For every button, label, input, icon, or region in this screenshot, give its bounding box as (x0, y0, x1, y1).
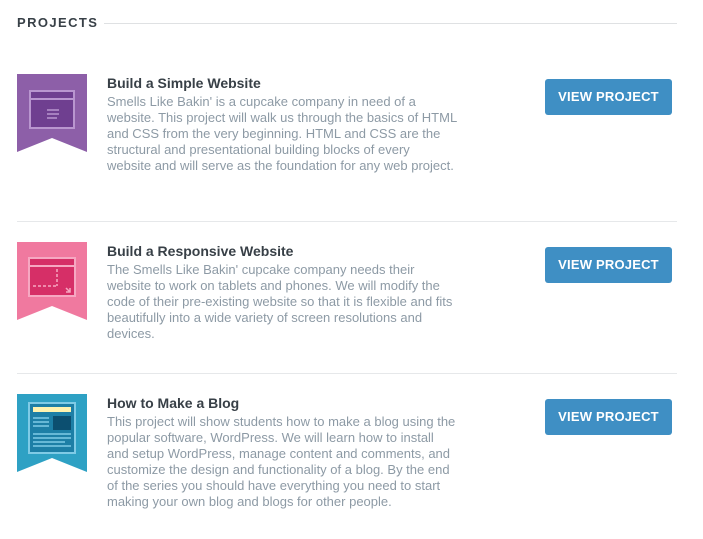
simple-website-badge-icon (17, 74, 87, 152)
project-title: Build a Simple Website (107, 75, 261, 91)
project-description: Smells Like Bakin' is a cupcake company … (107, 94, 457, 173)
project-title: Build a Responsive Website (107, 243, 294, 259)
view-project-button[interactable]: VIEW PROJECT (545, 79, 672, 115)
project-text: How to Make a Blog This project will sho… (107, 394, 457, 510)
project-divider (17, 221, 677, 222)
project-card-blog: How to Make a Blog This project will sho… (17, 394, 677, 534)
blog-badge-icon (17, 394, 87, 472)
project-text: Build a Simple Website Smells Like Bakin… (107, 74, 457, 174)
project-card-simple-website: Build a Simple Website Smells Like Bakin… (17, 74, 677, 204)
project-title: How to Make a Blog (107, 395, 240, 411)
section-header: PROJECTS (17, 12, 677, 32)
project-description: The Smells Like Bakin' cupcake company n… (107, 262, 453, 341)
responsive-website-badge-icon (17, 242, 87, 320)
view-project-button[interactable]: VIEW PROJECT (545, 247, 672, 283)
section-title: PROJECTS (17, 14, 99, 30)
project-card-responsive-website: Build a Responsive Website The Smells Li… (17, 242, 677, 362)
project-description: This project will show students how to m… (107, 414, 456, 509)
project-text: Build a Responsive Website The Smells Li… (107, 242, 457, 342)
project-divider (17, 373, 677, 374)
section-divider (104, 23, 677, 24)
view-project-button[interactable]: VIEW PROJECT (545, 399, 672, 435)
